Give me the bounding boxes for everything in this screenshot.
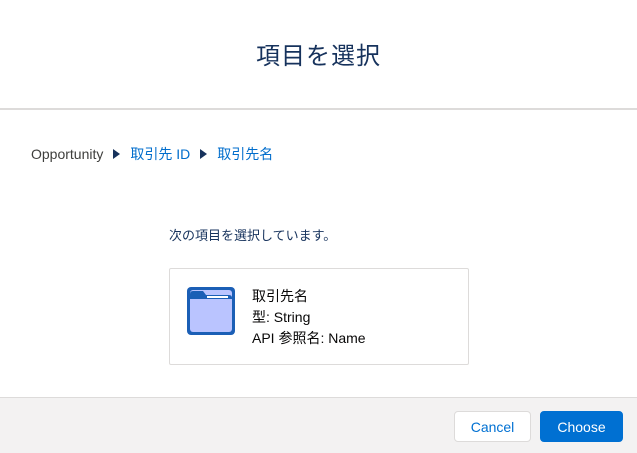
selected-field-card: 取引先名 型: String API 参照名: Name [169,268,469,365]
breadcrumb-item-account-name[interactable]: 取引先名 [217,144,273,164]
modal-footer: Cancel Choose [0,397,637,453]
field-api-name: API 参照名: Name [252,330,366,346]
choose-button[interactable]: Choose [540,411,623,442]
breadcrumb: Opportunity 取引先 ID 取引先名 [31,144,273,164]
cancel-button[interactable]: Cancel [454,411,531,442]
selection-intro: 次の項目を選択しています。 [169,228,337,243]
breadcrumb-root: Opportunity [31,146,104,162]
modal-header: 項目を選択 [0,0,637,110]
field-label: 取引先名 [252,288,308,304]
field-type: 型: String [252,309,311,325]
breadcrumb-item-account-id[interactable]: 取引先 ID [130,144,190,164]
breadcrumb-separator-icon [113,149,121,159]
field-info: 取引先名 型: String API 参照名: Name [252,286,366,349]
breadcrumb-separator-icon [200,149,208,159]
folder-icon [186,286,236,341]
modal-title: 項目を選択 [256,43,381,70]
